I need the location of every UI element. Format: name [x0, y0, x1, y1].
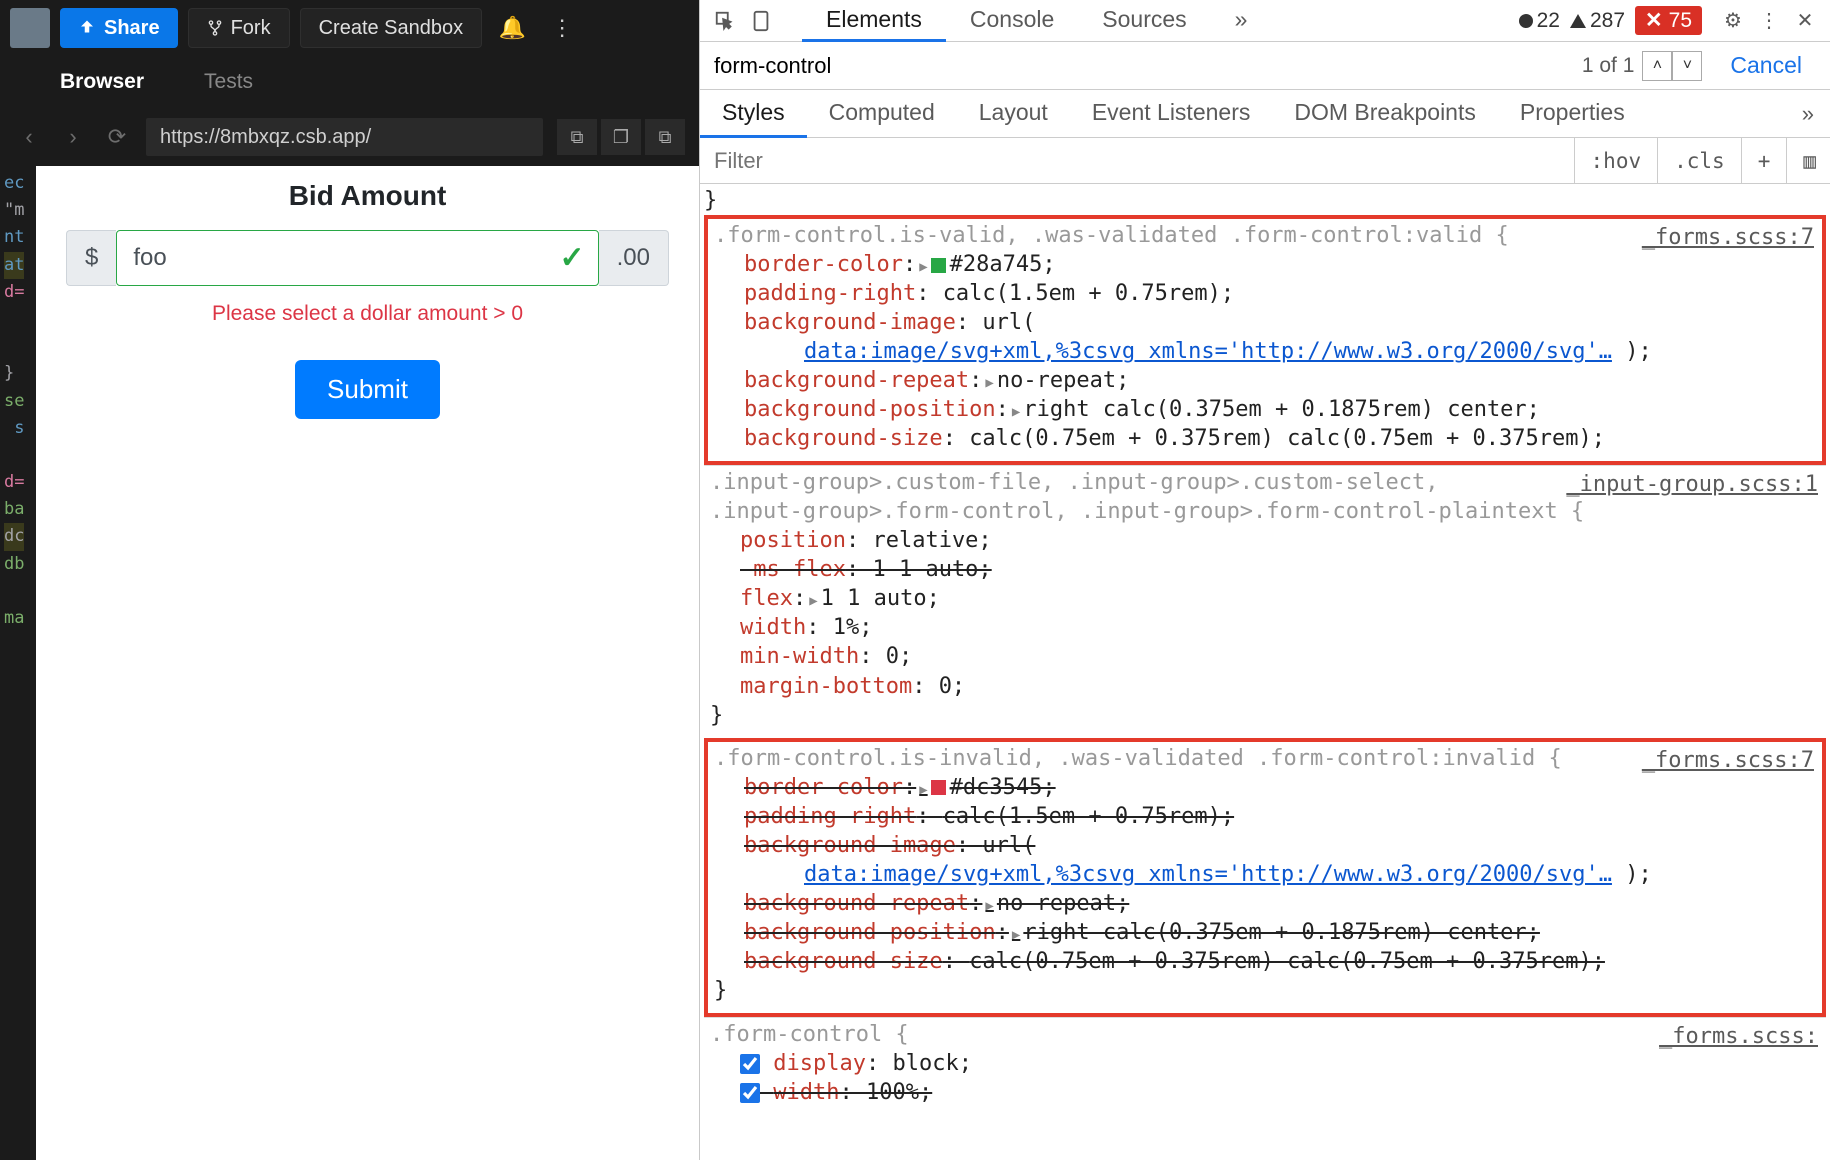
css-rule-is-invalid[interactable]: _forms.scss:7 .form-control.is-invalid, … [704, 738, 1826, 1017]
search-input[interactable] [700, 42, 1582, 89]
elements-search: 1 of 1 ˄ ˅ Cancel [700, 42, 1830, 90]
devtools-panel: Elements Console Sources » 22 287 ✕75 ⚙ … [699, 0, 1830, 1160]
error-message: Please select a dollar amount > 0 [66, 302, 669, 326]
subtab-layout[interactable]: Layout [957, 90, 1070, 138]
url-input[interactable] [146, 118, 543, 156]
search-result-count: 1 of 1 [1582, 54, 1643, 78]
subtab-event-listeners[interactable]: Event Listeners [1070, 90, 1273, 138]
share-button[interactable]: Share [60, 8, 178, 48]
filter-input[interactable] [714, 148, 1574, 174]
submit-button[interactable]: Submit [295, 360, 440, 419]
warn-count[interactable]: 287 [1570, 9, 1625, 33]
error-count[interactable]: ✕75 [1635, 6, 1702, 35]
inspect-icon[interactable] [710, 6, 740, 36]
nav-back-icon[interactable]: ‹ [14, 122, 44, 152]
css-rule-form-control[interactable]: _forms.scss: .form-control { display: bl… [704, 1017, 1826, 1115]
layout-grid-icon[interactable]: ⧉ [557, 119, 597, 155]
close-icon[interactable]: ✕ [1790, 6, 1820, 36]
tab-browser[interactable]: Browser [60, 70, 144, 94]
avatar[interactable] [10, 8, 50, 48]
devtools-header: Elements Console Sources » 22 287 ✕75 ⚙ … [700, 0, 1830, 42]
create-sandbox-button[interactable]: Create Sandbox [300, 8, 483, 48]
styles-filter-bar: :hov .cls + ▥ [700, 138, 1830, 184]
tab-elements[interactable]: Elements [802, 0, 946, 42]
decl-checkbox[interactable] [740, 1083, 760, 1103]
prev-match-icon[interactable]: ˄ [1642, 51, 1672, 81]
styles-body[interactable]: } _forms.scss:7 .form-control.is-valid, … [700, 184, 1830, 1160]
hov-toggle[interactable]: :hov [1574, 138, 1642, 184]
log-count[interactable]: 22 [1519, 9, 1560, 33]
css-rule-input-group[interactable]: _input-group.scss:1 .input-group>.custom… [704, 465, 1826, 737]
bid-input[interactable] [116, 230, 598, 286]
fork-button[interactable]: Fork [188, 8, 290, 48]
check-icon: ✓ [559, 241, 584, 276]
cancel-search-button[interactable]: Cancel [1702, 52, 1830, 79]
computed-sidebar-icon[interactable]: ▥ [1786, 138, 1816, 184]
tab-tests[interactable]: Tests [204, 70, 253, 94]
rule-source-link[interactable]: _forms.scss:7 [1642, 746, 1814, 775]
cls-toggle[interactable]: .cls [1657, 138, 1725, 184]
device-icon[interactable] [746, 6, 776, 36]
tab-console[interactable]: Console [946, 0, 1078, 42]
subtab-properties[interactable]: Properties [1498, 90, 1647, 138]
styles-subtabs: Styles Computed Layout Event Listeners D… [700, 90, 1830, 138]
top-toolbar: Share Fork Create Sandbox 🔔 ⋮ [0, 0, 699, 56]
css-rule-is-valid[interactable]: _forms.scss:7 .form-control.is-valid, .w… [704, 215, 1826, 465]
next-match-icon[interactable]: ˅ [1672, 51, 1702, 81]
nav-forward-icon[interactable]: › [58, 122, 88, 152]
reload-icon[interactable]: ⟳ [102, 122, 132, 152]
rule-source-link[interactable]: _input-group.scss:1 [1566, 470, 1818, 499]
codesandbox-panel: Share Fork Create Sandbox 🔔 ⋮ Browser Te… [0, 0, 699, 1160]
subtab-more-icon[interactable]: » [1802, 101, 1830, 127]
tab-sources[interactable]: Sources [1078, 0, 1210, 42]
kebab-icon[interactable]: ⋮ [1754, 6, 1784, 36]
new-rule-icon[interactable]: + [1741, 138, 1771, 184]
page-title: Bid Amount [66, 180, 669, 212]
copy-icon[interactable]: ❐ [601, 119, 641, 155]
share-icon [78, 19, 96, 37]
fork-icon [207, 20, 223, 36]
browser-bar: ‹ › ⟳ ⧉ ❐ ⧉ [0, 108, 699, 166]
preview-area: ec "m nt at d= } se s d= ba dc db ma Bid… [0, 166, 699, 1160]
code-gutter: ec "m nt at d= } se s d= ba dc db ma [0, 166, 36, 1160]
subtab-computed[interactable]: Computed [807, 90, 957, 138]
popout-icon[interactable]: ⧉ [645, 119, 685, 155]
rule-source-link[interactable]: _forms.scss: [1659, 1022, 1818, 1051]
data-url-link[interactable]: data:image/svg+xml,%3csvg xmlns='http://… [804, 339, 1612, 364]
gear-icon[interactable]: ⚙ [1718, 6, 1748, 36]
subtab-dom-breakpoints[interactable]: DOM Breakpoints [1272, 90, 1498, 138]
share-label: Share [104, 17, 160, 40]
data-url-link[interactable]: data:image/svg+xml,%3csvg xmlns='http://… [804, 862, 1612, 887]
preview-tabs: Browser Tests [0, 56, 699, 108]
subtab-styles[interactable]: Styles [700, 90, 807, 138]
bid-input-group: $ ✓ .00 [66, 230, 669, 286]
preview-content: Bid Amount $ ✓ .00 Please select a dolla… [36, 166, 699, 1160]
currency-prefix: $ [66, 230, 116, 286]
fork-label: Fork [231, 17, 271, 40]
currency-suffix: .00 [599, 230, 669, 286]
bell-icon[interactable]: 🔔 [492, 8, 532, 48]
more-icon[interactable]: ⋮ [542, 8, 582, 48]
rule-source-link[interactable]: _forms.scss:7 [1642, 223, 1814, 252]
tab-more-icon[interactable]: » [1211, 0, 1272, 42]
decl-checkbox[interactable] [740, 1054, 760, 1074]
